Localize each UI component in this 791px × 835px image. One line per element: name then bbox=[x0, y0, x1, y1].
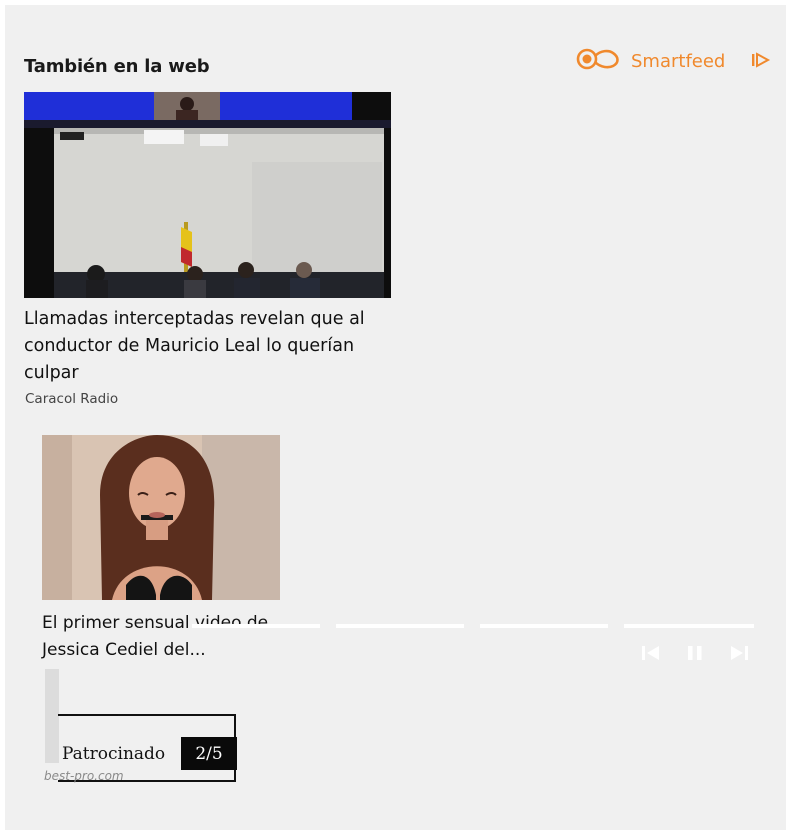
pause-icon[interactable] bbox=[684, 643, 706, 663]
section-title: También en la web bbox=[24, 56, 210, 77]
carousel-progress-segment-4 bbox=[624, 624, 754, 628]
page-indicator: 2/5 bbox=[181, 737, 237, 770]
carousel-controls bbox=[640, 643, 750, 663]
carousel-progress-segment-2 bbox=[336, 624, 464, 628]
article-title[interactable]: El primer sensual video de Jessica Cedie… bbox=[42, 610, 302, 664]
sponsored-label: Patrocinado bbox=[62, 744, 166, 764]
article-thumbnail-court-hearing[interactable] bbox=[24, 92, 391, 298]
smartfeed-brand[interactable]: Smartfeed bbox=[575, 48, 725, 74]
article-source: best-pro.com bbox=[44, 769, 124, 783]
scroll-track bbox=[45, 669, 59, 763]
infinity-loop-icon bbox=[575, 48, 625, 74]
skip-previous-icon[interactable] bbox=[640, 643, 662, 663]
carousel-progress-segment-3 bbox=[480, 624, 608, 628]
article-thumbnail-portrait[interactable] bbox=[42, 435, 280, 600]
top-tab-indicator bbox=[552, 0, 654, 3]
article-source: Caracol Radio bbox=[25, 391, 119, 407]
smartfeed-wordmark: Smartfeed bbox=[631, 50, 726, 72]
article-title[interactable]: Llamadas interceptadas revelan que al co… bbox=[24, 306, 394, 387]
adchoices-icon[interactable] bbox=[750, 51, 772, 73]
skip-next-icon[interactable] bbox=[728, 643, 750, 663]
carousel-progress-segment-1 bbox=[192, 624, 320, 628]
